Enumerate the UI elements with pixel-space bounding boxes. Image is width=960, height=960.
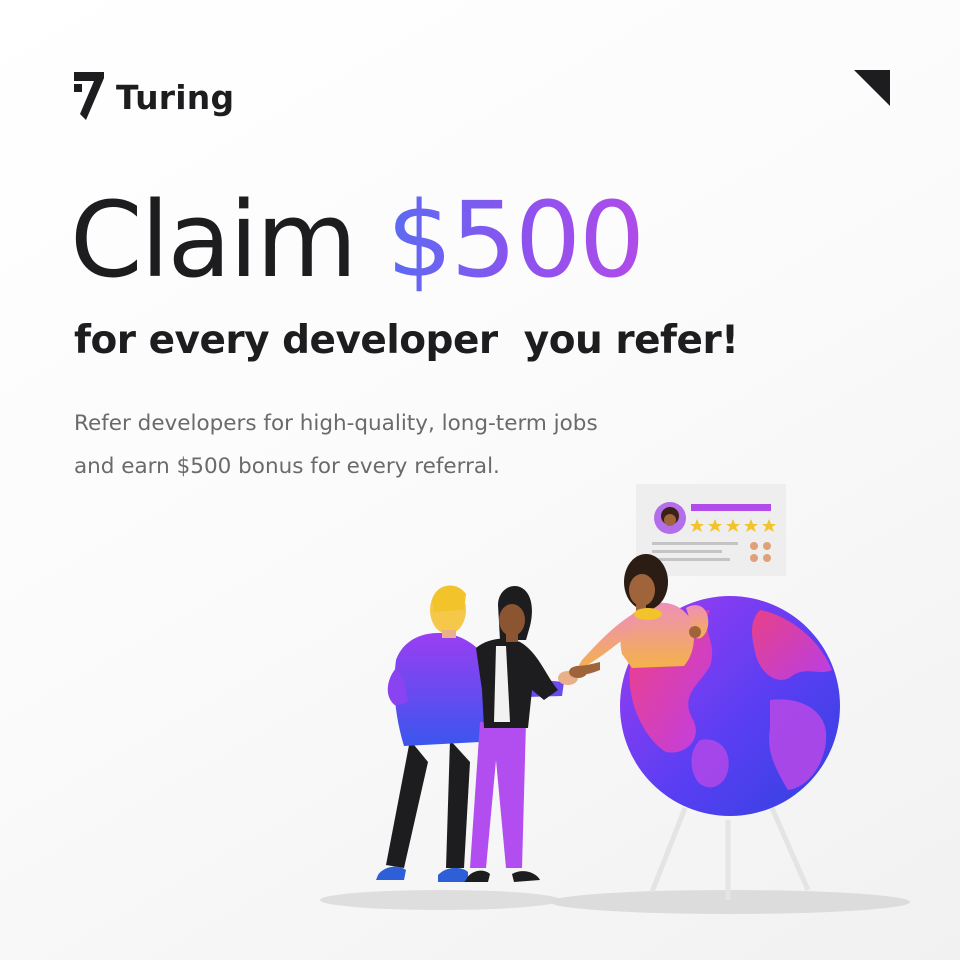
brand-logo: Turing bbox=[74, 72, 234, 122]
body-line-1: Refer developers for high-quality, long-… bbox=[74, 411, 598, 436]
headline: Claim $500 bbox=[70, 188, 645, 292]
man-figure bbox=[376, 585, 564, 882]
referral-illustration bbox=[320, 484, 910, 914]
subheadline: for every developer you refer! bbox=[74, 318, 739, 363]
headline-prefix: Claim bbox=[70, 179, 387, 301]
headline-amount: $500 bbox=[386, 179, 646, 301]
corner-triangle-icon bbox=[854, 70, 890, 106]
turing-logo-icon bbox=[74, 72, 104, 120]
handshake bbox=[558, 666, 587, 685]
globe-stand bbox=[649, 806, 811, 900]
people-shadow bbox=[320, 890, 560, 910]
brand-name: Turing bbox=[116, 77, 235, 117]
